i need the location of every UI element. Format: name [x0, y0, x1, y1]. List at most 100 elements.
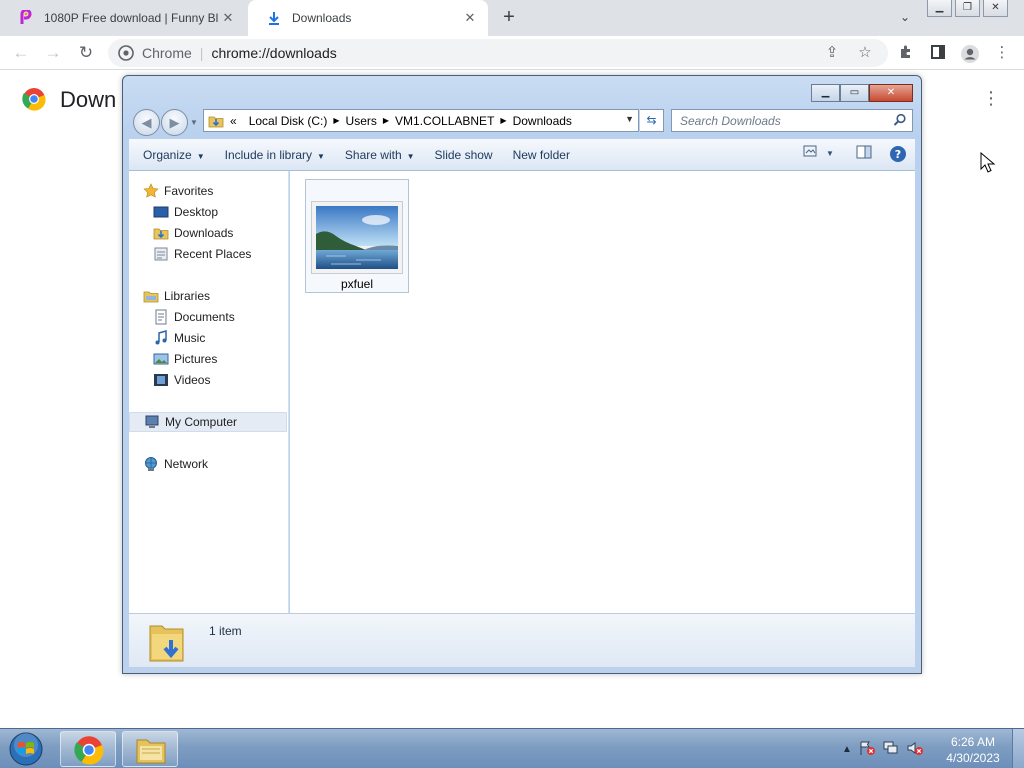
nav-label: Recent Places: [174, 247, 252, 261]
tab-title: 1080P Free download | Funny Bl: [44, 11, 219, 25]
breadcrumb-arrow-icon[interactable]: ▶: [383, 116, 389, 125]
nav-favorites[interactable]: Favorites: [129, 181, 287, 201]
close-button[interactable]: ✕: [869, 84, 913, 102]
libraries-icon: [143, 288, 159, 304]
breadcrumb-local-disk[interactable]: Local Disk (C:): [249, 114, 328, 128]
chrome-site-icon: [118, 45, 134, 61]
more-vert-icon[interactable]: ⋮: [982, 88, 1000, 109]
window-controls: ▁ ❐ ✕: [927, 0, 1008, 17]
recent-places-icon: [153, 246, 169, 262]
nav-libraries[interactable]: Libraries: [129, 286, 287, 306]
taskbar-chrome-button[interactable]: [60, 731, 116, 767]
computer-icon: [144, 414, 160, 430]
close-icon[interactable]: ✕: [220, 10, 236, 26]
breadcrumb-downloads[interactable]: Downloads: [513, 114, 572, 128]
downloads-header: Down: [22, 86, 116, 114]
windows-start-icon[interactable]: [8, 732, 44, 766]
nav-downloads[interactable]: Downloads: [129, 223, 287, 243]
system-tray: ▲: [842, 729, 930, 768]
chrome-logo-icon: [22, 87, 46, 114]
forward-arrow-icon[interactable]: ▶: [161, 109, 188, 136]
star-icon[interactable]: ☆: [856, 44, 874, 62]
folder-icon: [208, 113, 224, 129]
nav-recent-places[interactable]: Recent Places: [129, 244, 287, 264]
breadcrumb-users[interactable]: Users: [346, 114, 377, 128]
network-status-icon[interactable]: [882, 740, 900, 759]
show-hidden-icons-button[interactable]: ▲: [842, 744, 852, 755]
network-icon: [143, 456, 159, 472]
nav-network[interactable]: Network: [129, 454, 287, 474]
address-bar[interactable]: Chrome | chrome://downloads ⇪ ☆: [108, 39, 888, 67]
volume-muted-icon[interactable]: [906, 740, 924, 759]
back-arrow-icon[interactable]: ◀: [133, 109, 160, 136]
search-icon[interactable]: [893, 113, 907, 127]
organize-button[interactable]: Organize ▼: [129, 148, 215, 162]
tab-downloads[interactable]: Downloads ✕: [248, 0, 488, 36]
preview-pane-icon[interactable]: [855, 145, 873, 163]
extensions-puzzle-icon[interactable]: [897, 44, 915, 62]
change-view-icon[interactable]: [801, 145, 819, 163]
breadcrumb-arrow-icon[interactable]: ▶: [500, 116, 506, 125]
taskbar-explorer-button[interactable]: [122, 731, 178, 767]
reload-icon[interactable]: ↻: [75, 42, 97, 64]
minimize-button[interactable]: ▁: [811, 84, 840, 102]
clock-time: 6:26 AM: [950, 735, 996, 749]
nav-pictures[interactable]: Pictures: [129, 349, 287, 369]
share-with-button[interactable]: Share with ▼: [335, 148, 425, 162]
chevron-down-icon[interactable]: ▼: [821, 145, 839, 163]
file-list: pxfuel: [290, 171, 915, 613]
maximize-button[interactable]: ▭: [840, 84, 869, 102]
file-item[interactable]: pxfuel: [305, 179, 409, 293]
tab-funny[interactable]: 1080P Free download | Funny Bl ✕: [0, 0, 246, 36]
nav-documents[interactable]: Documents: [129, 307, 287, 327]
include-in-library-button[interactable]: Include in library ▼: [215, 148, 335, 162]
chevron-down-icon[interactable]: ▼: [625, 114, 634, 124]
breadcrumb-overflow[interactable]: «: [230, 114, 237, 128]
nav-desktop[interactable]: Desktop: [129, 202, 287, 222]
back-arrow-icon[interactable]: ←: [10, 42, 32, 64]
minimize-button[interactable]: ▁: [927, 0, 952, 17]
action-center-flag-icon[interactable]: [858, 740, 876, 759]
download-icon: [266, 10, 282, 26]
command-bar: Organize ▼ Include in library ▼ Share with…: [129, 139, 915, 171]
help-icon[interactable]: ?: [889, 145, 907, 163]
tab-title: Downloads: [292, 11, 352, 25]
nav-music[interactable]: Music: [129, 328, 287, 348]
nav-videos[interactable]: Videos: [129, 370, 287, 390]
videos-icon: [153, 372, 169, 388]
chevron-down-icon: ▼: [406, 151, 415, 161]
forward-arrow-icon[interactable]: →: [42, 42, 64, 64]
browser-toolbar: ← → ↻ Chrome | chrome://downloads ⇪ ☆ ⋮: [0, 36, 1024, 70]
clock-date: 4/30/2023: [946, 751, 1000, 765]
view-controls: ▼ ?: [793, 145, 915, 163]
taskbar-clock[interactable]: 6:26 AM 4/30/2023: [940, 734, 1006, 766]
downloads-folder-icon: [147, 620, 187, 664]
image-thumbnail: [311, 201, 403, 274]
close-button[interactable]: ✕: [983, 0, 1008, 17]
new-folder-button[interactable]: New folder: [503, 148, 580, 162]
chevron-down-icon[interactable]: ▼: [190, 118, 198, 127]
share-icon[interactable]: ⇪: [823, 44, 841, 62]
side-panel-icon[interactable]: [929, 44, 947, 62]
slide-show-button[interactable]: Slide show: [425, 148, 503, 162]
search-input[interactable]: Search Downloads: [671, 109, 913, 132]
nav-my-computer[interactable]: My Computer: [129, 412, 287, 432]
nav-label: My Computer: [165, 415, 238, 429]
profile-avatar-icon[interactable]: [960, 44, 979, 63]
refresh-icon[interactable]: ⇆: [640, 109, 664, 132]
navigation-pane: Favorites Desktop Downloads Recent Place…: [129, 171, 289, 613]
chevron-down-icon[interactable]: ⌄: [896, 10, 914, 26]
explorer-address-bar[interactable]: « Local Disk (C:) ▶ Users ▶ VM1.COLLABNE…: [203, 109, 639, 132]
details-pane: 1 item: [129, 613, 915, 667]
more-vert-icon[interactable]: ⋮: [993, 44, 1011, 62]
restore-button[interactable]: ❐: [955, 0, 980, 17]
organize-label: Organize: [143, 147, 192, 162]
new-tab-button[interactable]: +: [498, 7, 520, 29]
breadcrumb-user[interactable]: VM1.COLLABNET: [395, 114, 494, 128]
close-icon[interactable]: ✕: [462, 10, 478, 26]
downloads-folder-icon: [153, 225, 169, 241]
chevron-down-icon: ▼: [317, 151, 325, 161]
show-desktop-button[interactable]: [1012, 729, 1024, 768]
mouse-cursor-icon: [980, 151, 996, 174]
breadcrumb-arrow-icon[interactable]: ▶: [333, 116, 339, 125]
